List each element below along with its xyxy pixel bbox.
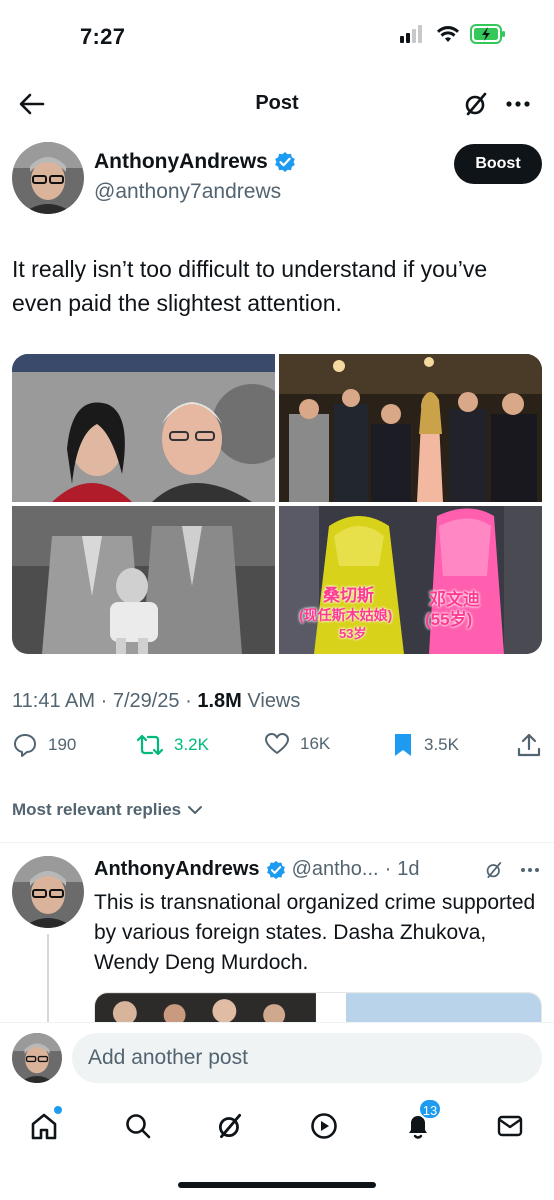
reply-sort-selector[interactable]: Most relevant replies: [12, 800, 203, 820]
reply-age: 1d: [397, 858, 420, 880]
author-row: AnthonyAndrews @anthony7andrews Boost: [12, 140, 542, 216]
reply-text: This is transnational organized crime su…: [94, 891, 536, 974]
post-date: 7/29/25: [112, 690, 180, 712]
reply-post[interactable]: AnthonyAndrews @antho... · 1d This is tr…: [0, 846, 554, 1022]
home-icon: [31, 1113, 57, 1140]
verified-badge-icon: [266, 860, 285, 879]
reply-author-handle[interactable]: @antho...: [292, 858, 379, 881]
grok-button[interactable]: [462, 90, 490, 118]
grok-icon[interactable]: [484, 860, 504, 880]
reply-media-preview[interactable]: [94, 992, 542, 1022]
repost-button[interactable]: 3.2K: [136, 732, 209, 758]
status-time: 7:27: [80, 24, 126, 49]
more-options-button[interactable]: [504, 92, 532, 116]
bottom-nav: 13: [0, 1094, 554, 1164]
action-bar: 190 3.2K 16K 3.5K: [12, 732, 542, 772]
caption-right-age: (55岁): [425, 610, 473, 629]
separator-dot: ·: [384, 858, 392, 880]
share-icon: [517, 733, 541, 757]
reply-sort-label[interactable]: Most relevant replies: [12, 800, 181, 820]
cellular-signal-icon: [400, 25, 422, 43]
home-indicator[interactable]: [178, 1182, 376, 1188]
photo-image: [12, 506, 275, 654]
reply-author-name[interactable]: AnthonyAndrews: [94, 858, 260, 881]
separator-dot: ·: [100, 690, 108, 712]
home-unread-dot: [54, 1106, 62, 1114]
reply-icon: [14, 734, 36, 757]
author-name-row[interactable]: AnthonyAndrews: [94, 150, 296, 174]
photo-image: [12, 354, 275, 502]
nav-grok[interactable]: [212, 1108, 248, 1144]
status-icons: [400, 24, 506, 44]
post-header: Post: [0, 78, 554, 130]
repost-icon: [136, 734, 164, 756]
thread-line: [47, 934, 49, 1022]
battery-charging-icon: [470, 24, 505, 44]
more-icon[interactable]: [520, 866, 540, 874]
avatar-image: [12, 1033, 62, 1083]
more-icon: [506, 101, 530, 107]
play-circle-icon: [311, 1113, 337, 1139]
caption-left-note: (现任斯木姑娘): [299, 607, 393, 623]
avatar-image: [12, 856, 84, 928]
section-divider: [0, 842, 554, 843]
author-avatar[interactable]: [12, 142, 84, 214]
reply-header: AnthonyAndrews @antho... · 1d: [94, 858, 420, 881]
notifications-badge: 13: [418, 1098, 442, 1120]
reply-header-icons: [484, 860, 540, 880]
media-grid: 桑切斯 (现任斯木姑娘) 53岁 邓文迪 (55岁): [12, 354, 542, 654]
nav-notifications[interactable]: 13: [400, 1098, 442, 1144]
media-photo-2[interactable]: [279, 354, 542, 502]
reply-avatar[interactable]: [12, 856, 84, 928]
nav-home[interactable]: [26, 1106, 62, 1144]
media-photo-1[interactable]: [12, 354, 275, 502]
photo-image: [95, 993, 316, 1022]
views-count[interactable]: 1.8M: [197, 690, 241, 712]
current-user-avatar[interactable]: [12, 1033, 62, 1083]
reply-composer: [0, 1022, 554, 1094]
post-text: It really isn’t too difficult to underst…: [12, 256, 488, 316]
nav-messages[interactable]: [492, 1108, 528, 1144]
post-time: 11:41 AM: [12, 690, 96, 712]
grok-icon: [465, 92, 487, 116]
nav-search[interactable]: [120, 1108, 156, 1144]
heart-icon: [265, 733, 289, 754]
share-button[interactable]: [516, 732, 542, 758]
photo-image: [279, 506, 542, 654]
grok-icon: [218, 1113, 242, 1139]
status-bar: 7:27: [0, 0, 554, 72]
caption-left-age: 53岁: [339, 626, 367, 641]
like-count: 16K: [300, 734, 331, 753]
boost-button[interactable]: Boost: [454, 144, 542, 184]
media-photo-3[interactable]: [12, 506, 275, 654]
caption-left-name: 桑切斯: [323, 586, 374, 605]
bookmark-count: 3.5K: [424, 735, 459, 754]
search-icon: [126, 1114, 151, 1139]
reply-button[interactable]: 190: [12, 732, 76, 758]
like-button[interactable]: 16K: [264, 732, 330, 756]
chevron-down-icon: [188, 806, 203, 814]
verified-badge-icon: [275, 152, 295, 172]
author-name[interactable]: AnthonyAndrews: [94, 150, 268, 174]
separator-dot: ·: [185, 690, 192, 712]
views-label[interactable]: Views: [247, 690, 300, 712]
bookmark-filled-icon: [395, 734, 411, 756]
add-post-input[interactable]: [72, 1033, 542, 1083]
photo-image: [279, 354, 542, 502]
repost-count: 3.2K: [174, 735, 209, 754]
bookmark-button[interactable]: 3.5K: [392, 732, 459, 758]
media-photo-4[interactable]: 桑切斯 (现任斯木姑娘) 53岁 邓文迪 (55岁): [279, 506, 542, 654]
mail-icon: [497, 1115, 523, 1137]
author-handle[interactable]: @anthony7andrews: [94, 180, 281, 204]
reply-count: 190: [48, 735, 77, 754]
post-meta: 11:41 AM · 7/29/25 · 1.8M Views: [12, 690, 300, 713]
avatar-image: [12, 142, 84, 214]
caption-right-name: 邓文迪: [429, 590, 480, 609]
photo-image: [345, 993, 541, 1022]
wifi-icon: [437, 26, 459, 42]
nav-video[interactable]: [306, 1108, 342, 1144]
